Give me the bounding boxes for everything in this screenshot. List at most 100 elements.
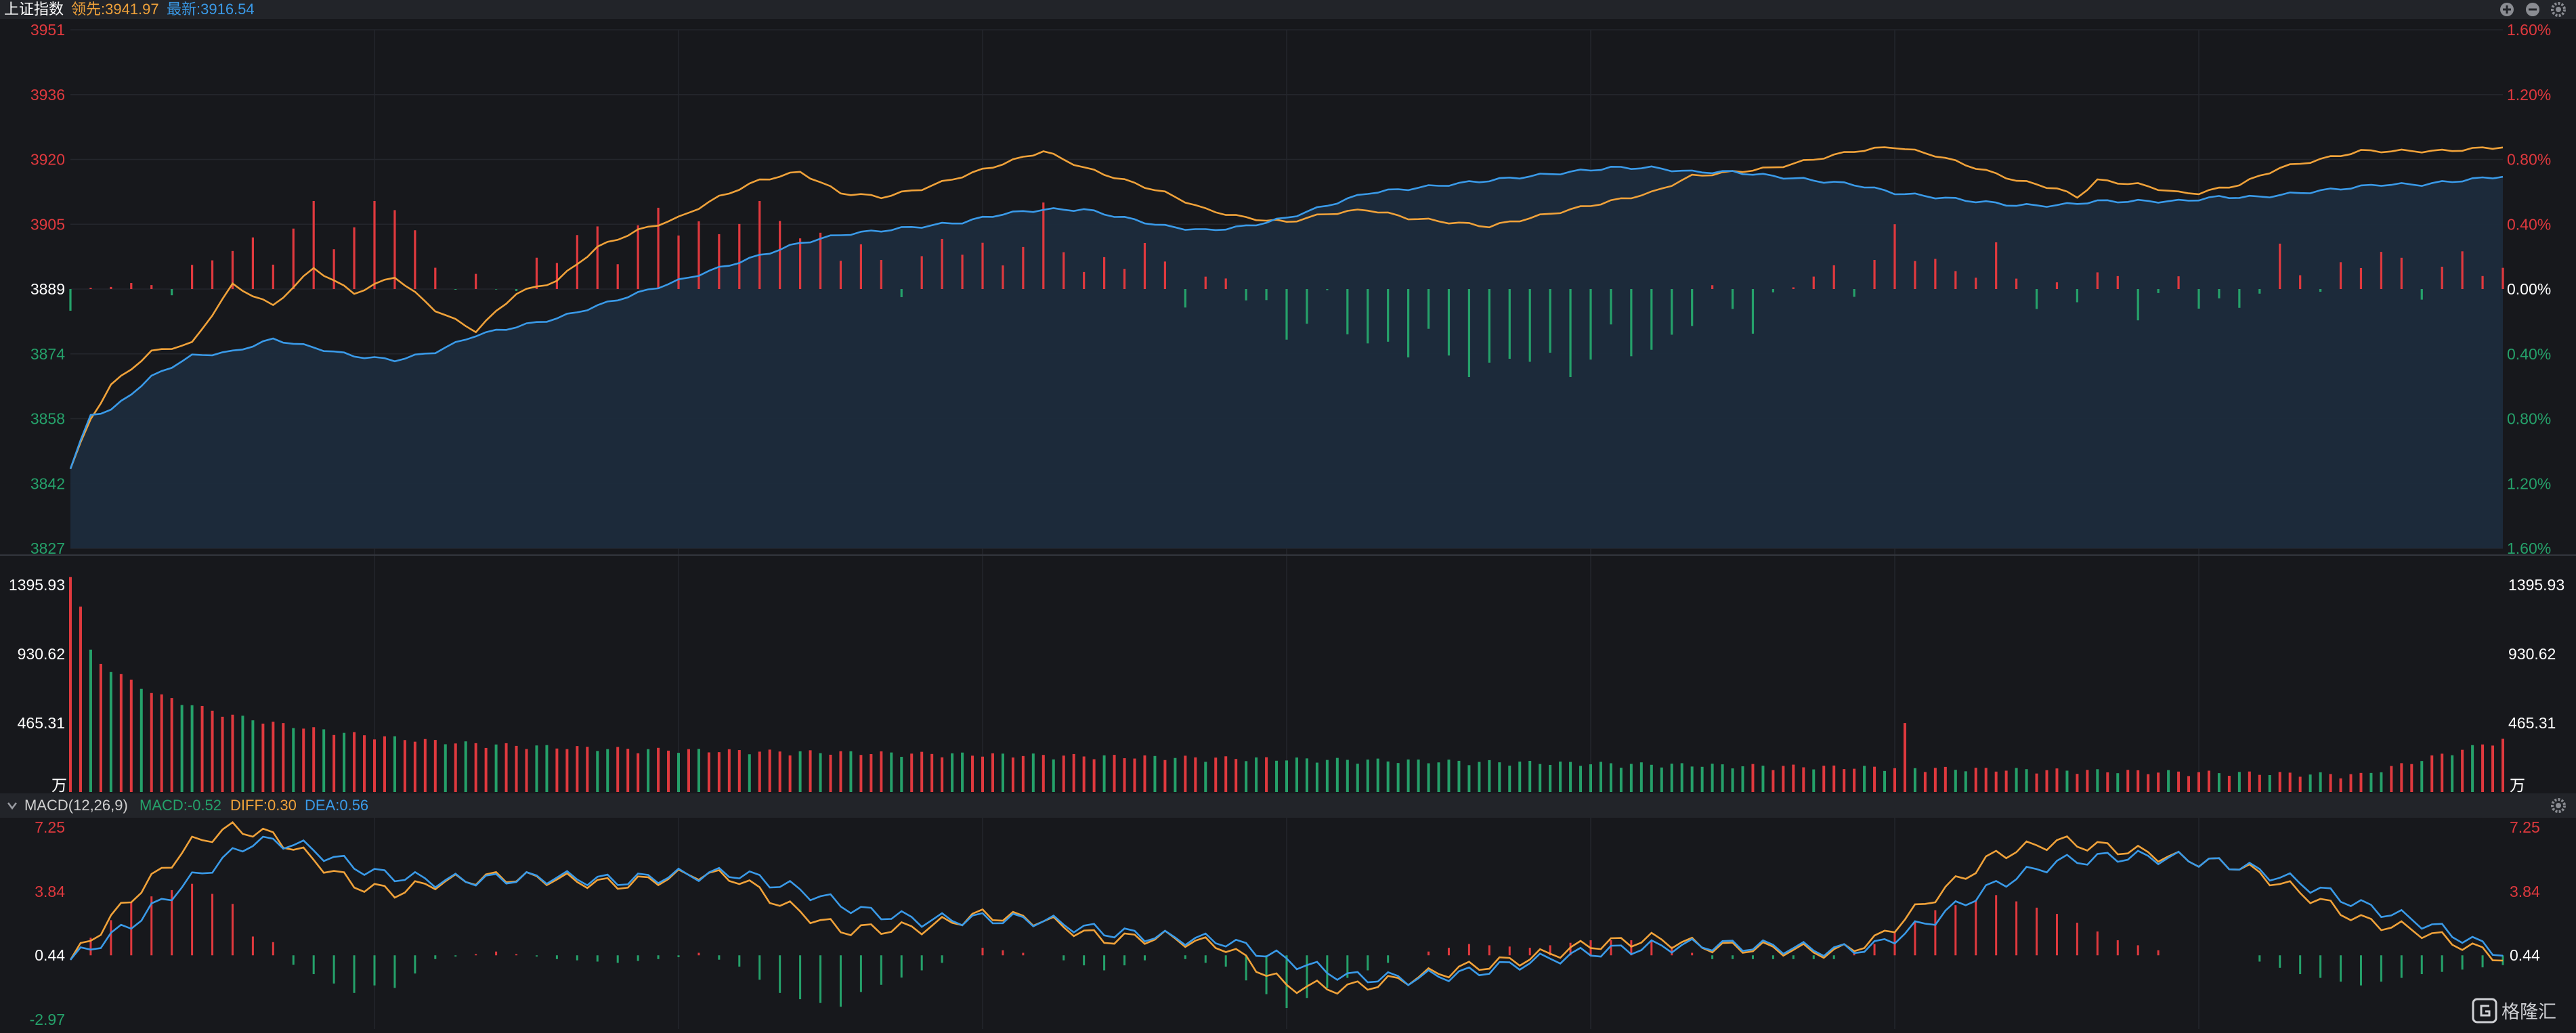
price-diff-bar <box>150 285 153 289</box>
volume-bar <box>515 745 518 792</box>
price-diff-bar <box>637 225 639 289</box>
macd-histogram-bar <box>2015 901 2018 956</box>
macd-histogram-bar <box>231 904 234 956</box>
volume-bar <box>1731 768 1734 792</box>
volume-bar <box>1802 767 1805 792</box>
volume-bar <box>312 727 316 792</box>
price-right-tick: 1.60% <box>2507 21 2551 39</box>
volume-bar <box>200 705 204 792</box>
volume-bar <box>2055 768 2059 792</box>
volume-bar <box>667 750 670 792</box>
volume-bar <box>1123 758 1126 792</box>
volume-bar <box>2441 753 2444 792</box>
macd-histogram-bar <box>616 955 619 963</box>
volume-bar <box>2015 768 2018 792</box>
volume-bar <box>1335 757 1339 792</box>
add-circle-icon[interactable] <box>2500 3 2514 16</box>
macd-histogram-bar <box>1732 955 1734 959</box>
price-diff-bar <box>251 237 254 289</box>
macd-histogram-bar <box>2420 955 2423 975</box>
price-diff-bar <box>1995 242 1998 289</box>
volume-bar <box>1944 766 1947 792</box>
volume-bar <box>1153 755 1157 792</box>
volume-bar <box>423 739 427 792</box>
volume-bar <box>1072 753 1075 792</box>
volume-bar <box>2298 776 2302 792</box>
volume-bar <box>535 745 538 792</box>
price-diff-bar <box>2339 262 2342 289</box>
volume-bar <box>1174 757 1177 792</box>
volume-bar <box>1680 763 1683 792</box>
macd-header-bar <box>0 793 2576 818</box>
macd-histogram-bar <box>475 954 477 956</box>
volume-bar <box>981 756 984 792</box>
volume-bar <box>2420 761 2424 792</box>
volume-bar <box>2076 774 2079 792</box>
volume-bar <box>1690 766 1694 792</box>
volume-bar <box>2461 749 2464 792</box>
volume-bar <box>119 674 123 792</box>
price-diff-bar <box>2238 289 2241 308</box>
volume-bar <box>1964 771 1967 792</box>
price-diff-bar <box>1589 289 1592 360</box>
volume-bar <box>1883 770 1887 792</box>
volume-bar <box>596 751 599 792</box>
macd-histogram-bar <box>1772 955 1774 959</box>
volume-bar <box>1163 760 1167 792</box>
volume-bar <box>1011 757 1014 792</box>
volume-bar <box>576 746 579 792</box>
macd-histogram-bar <box>454 955 457 957</box>
volume-bar <box>1721 764 1724 792</box>
macd-histogram-bar <box>1002 950 1004 956</box>
price-right-tick: 0.00% <box>2507 280 2551 298</box>
price-diff-bar <box>1812 276 1815 289</box>
price-right-tick: 0.40% <box>2507 215 2551 233</box>
macd-histogram-bar <box>1610 940 1612 956</box>
volume-bar <box>1984 768 1988 792</box>
macd-histogram-bar <box>880 955 882 985</box>
volume-bar <box>1315 762 1318 792</box>
macd-histogram-bar <box>1914 921 1916 956</box>
volume-bar <box>464 741 467 792</box>
macd-histogram-bar <box>1792 955 1795 959</box>
price-diff-bar <box>596 226 599 289</box>
volume-bar <box>778 751 781 792</box>
volume-bar <box>2217 773 2220 792</box>
minus-circle-icon[interactable] <box>2526 3 2539 16</box>
volume-bar <box>170 698 173 792</box>
volume-bar <box>707 752 710 792</box>
price-diff-bar <box>1569 289 1572 377</box>
price-diff-bar <box>2055 282 2059 289</box>
volume-bar <box>190 705 194 792</box>
price-right-tick: 0.80% <box>2507 410 2551 428</box>
volume-bar <box>221 716 224 792</box>
leading-label: 领先:3941.97 <box>71 1 159 18</box>
price-diff-bar <box>1326 289 1329 290</box>
volume-bar <box>2481 744 2485 792</box>
volume-bar <box>2400 763 2403 792</box>
price-diff-bar <box>1711 285 1714 289</box>
macd-histogram-bar <box>2299 955 2302 975</box>
volume-bar <box>1437 762 1440 792</box>
volume-bar <box>1102 755 1106 792</box>
volume-right-tick: 465.31 <box>2508 714 2556 732</box>
macd-right-tick: 0.44 <box>2510 946 2540 964</box>
macd-histogram-bar <box>373 955 376 986</box>
volume-bar <box>322 729 326 792</box>
volume-bar <box>1579 766 1583 792</box>
volume-bar <box>1386 761 1390 792</box>
volume-bar <box>2065 770 2069 792</box>
volume-bar <box>748 754 751 792</box>
volume-bar <box>2167 770 2170 792</box>
volume-bar <box>373 739 376 792</box>
volume-right-tick: 930.62 <box>2508 645 2556 663</box>
volume-bar <box>545 745 549 792</box>
volume-bar <box>717 752 721 792</box>
price-diff-bar <box>779 221 781 289</box>
volume-bar <box>2147 774 2150 792</box>
volume-bar <box>484 747 488 792</box>
price-diff-bar <box>1143 242 1146 289</box>
volume-bar <box>1214 757 1218 792</box>
price-diff-bar <box>758 201 761 289</box>
volume-bar <box>282 723 285 792</box>
